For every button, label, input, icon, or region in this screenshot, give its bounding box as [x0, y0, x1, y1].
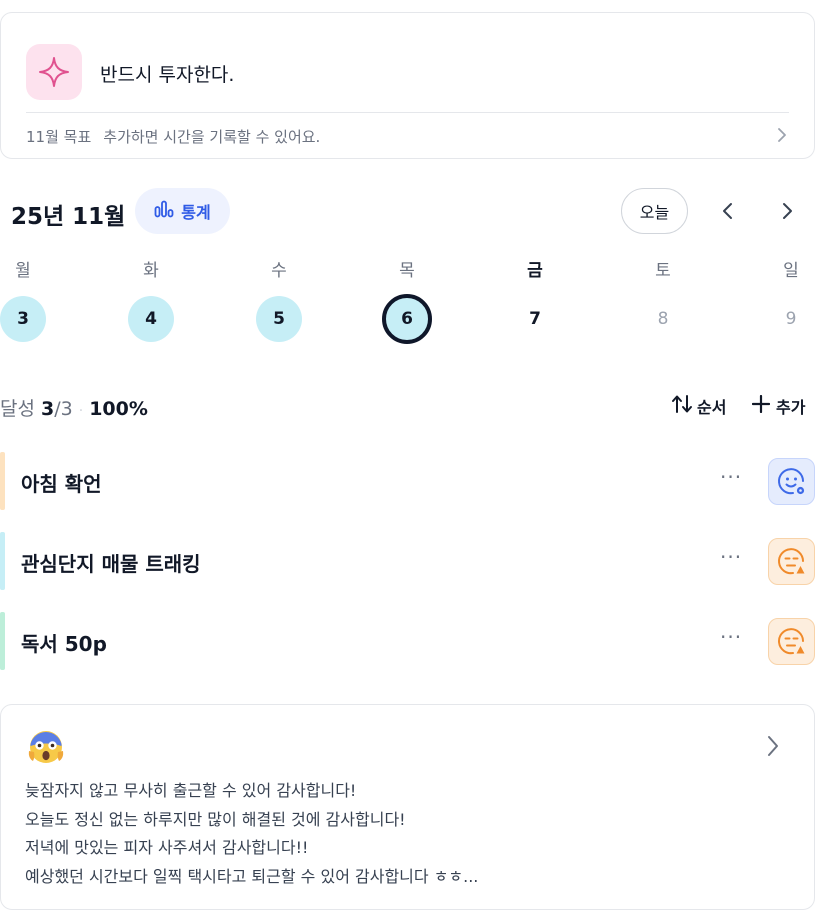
add-label: 추가	[776, 398, 806, 417]
gratitude-journal-card[interactable]: 늦잠자지 않고 무사히 출근할 수 있어 감사합니다! 오늘도 정신 없는 하루…	[0, 704, 815, 910]
achievement-done: 3	[41, 398, 55, 420]
weekday-label: 목	[399, 261, 415, 281]
habit-row[interactable]: 아침 확언 ···	[0, 452, 815, 510]
goal-title: 반드시 투자한다.	[100, 64, 235, 86]
habit-row[interactable]: 관심단지 매물 트래킹 ···	[0, 532, 815, 590]
habit-name: 독서 50p	[21, 632, 107, 656]
sparkle-icon	[26, 44, 82, 100]
chevron-left-icon[interactable]	[713, 196, 743, 226]
weekday-label: 수	[271, 261, 287, 281]
journal-line: 늦잠자지 않고 무사히 출근할 수 있어 감사합니다!	[25, 781, 357, 800]
day-cell[interactable]: 4	[128, 296, 174, 342]
weekday-label: 금	[527, 261, 543, 281]
achievement-percent: 100%	[89, 398, 148, 420]
calendar-header: 25년 11월 통계 오늘	[0, 188, 815, 234]
bar-chart-icon	[154, 200, 174, 222]
day-cell[interactable]: 7	[512, 296, 558, 342]
screaming-face-emoji-icon	[27, 727, 65, 765]
weekday-label: 화	[143, 261, 159, 281]
sort-arrows-icon	[671, 394, 693, 418]
plus-icon	[751, 394, 771, 417]
chevron-right-icon[interactable]	[772, 196, 802, 226]
today-button[interactable]: 오늘	[621, 188, 688, 234]
weekday-label: 일	[783, 261, 799, 281]
journal-line: 오늘도 정신 없는 하루지만 많이 해결된 것에 감사합니다!	[25, 809, 406, 829]
habit-color-bar	[0, 532, 5, 590]
more-icon[interactable]: ···	[720, 545, 742, 569]
journal-line: 저녁에 맛있는 피자 사주셔서 감사합니다!!	[25, 838, 309, 857]
add-habit-button[interactable]: 추가	[751, 394, 806, 418]
progress-row: 달성 3/3 · 100% 순서 추가	[0, 392, 815, 422]
goal-hint: 추가하면 시간을 기록할 수 있어요.	[103, 127, 321, 146]
habit-name: 아침 확언	[21, 472, 102, 496]
chevron-right-icon	[766, 735, 780, 761]
neutral-face-icon[interactable]	[768, 618, 815, 665]
stats-button[interactable]: 통계	[135, 188, 230, 234]
separator-dot: ·	[78, 403, 84, 419]
weekday-row: 월 화 수 목 금 토 일	[0, 256, 827, 282]
more-icon[interactable]: ···	[720, 465, 742, 489]
more-icon[interactable]: ···	[720, 625, 742, 649]
order-label: 순서	[697, 398, 727, 417]
habit-color-bar	[0, 452, 5, 510]
stats-label: 통계	[181, 203, 211, 222]
journal-line: 예상했던 시간보다 일찍 택시타고 퇴근할 수 있어 감사합니다 ㅎㅎ...	[25, 866, 479, 886]
habit-row[interactable]: 독서 50p ···	[0, 612, 815, 670]
day-cell[interactable]: 8	[640, 296, 686, 342]
achievement-label: 달성	[0, 398, 35, 420]
day-cell[interactable]: 3	[0, 296, 46, 342]
goal-add-row[interactable]: 11월 목표 추가하면 시간을 기록할 수 있어요.	[26, 113, 789, 159]
journal-text: 늦잠자지 않고 무사히 출근할 수 있어 감사합니다! 오늘도 정신 없는 하루…	[25, 777, 478, 891]
order-button[interactable]: 순서	[671, 394, 726, 418]
goal-card: 반드시 투자한다. 11월 목표 추가하면 시간을 기록할 수 있어요.	[0, 12, 815, 159]
habit-name: 관심단지 매물 트래킹	[21, 552, 201, 576]
day-cell[interactable]: 9	[768, 296, 814, 342]
habit-color-bar	[0, 612, 5, 670]
weekday-label: 월	[15, 261, 31, 281]
day-row: 3 4 5 6 7 8 9	[0, 294, 827, 344]
goal-month-label: 11월 목표	[26, 127, 92, 146]
achievement-total: /3	[54, 398, 73, 420]
day-cell[interactable]: 5	[256, 296, 302, 342]
day-cell-today[interactable]: 6	[382, 294, 432, 344]
chevron-right-icon	[775, 127, 789, 146]
weekday-label: 토	[655, 261, 671, 281]
smile-face-icon[interactable]	[768, 458, 815, 505]
achievement-summary: 달성 3/3 · 100%	[0, 394, 148, 421]
neutral-face-icon[interactable]	[768, 538, 815, 585]
month-title: 25년 11월	[11, 204, 126, 230]
